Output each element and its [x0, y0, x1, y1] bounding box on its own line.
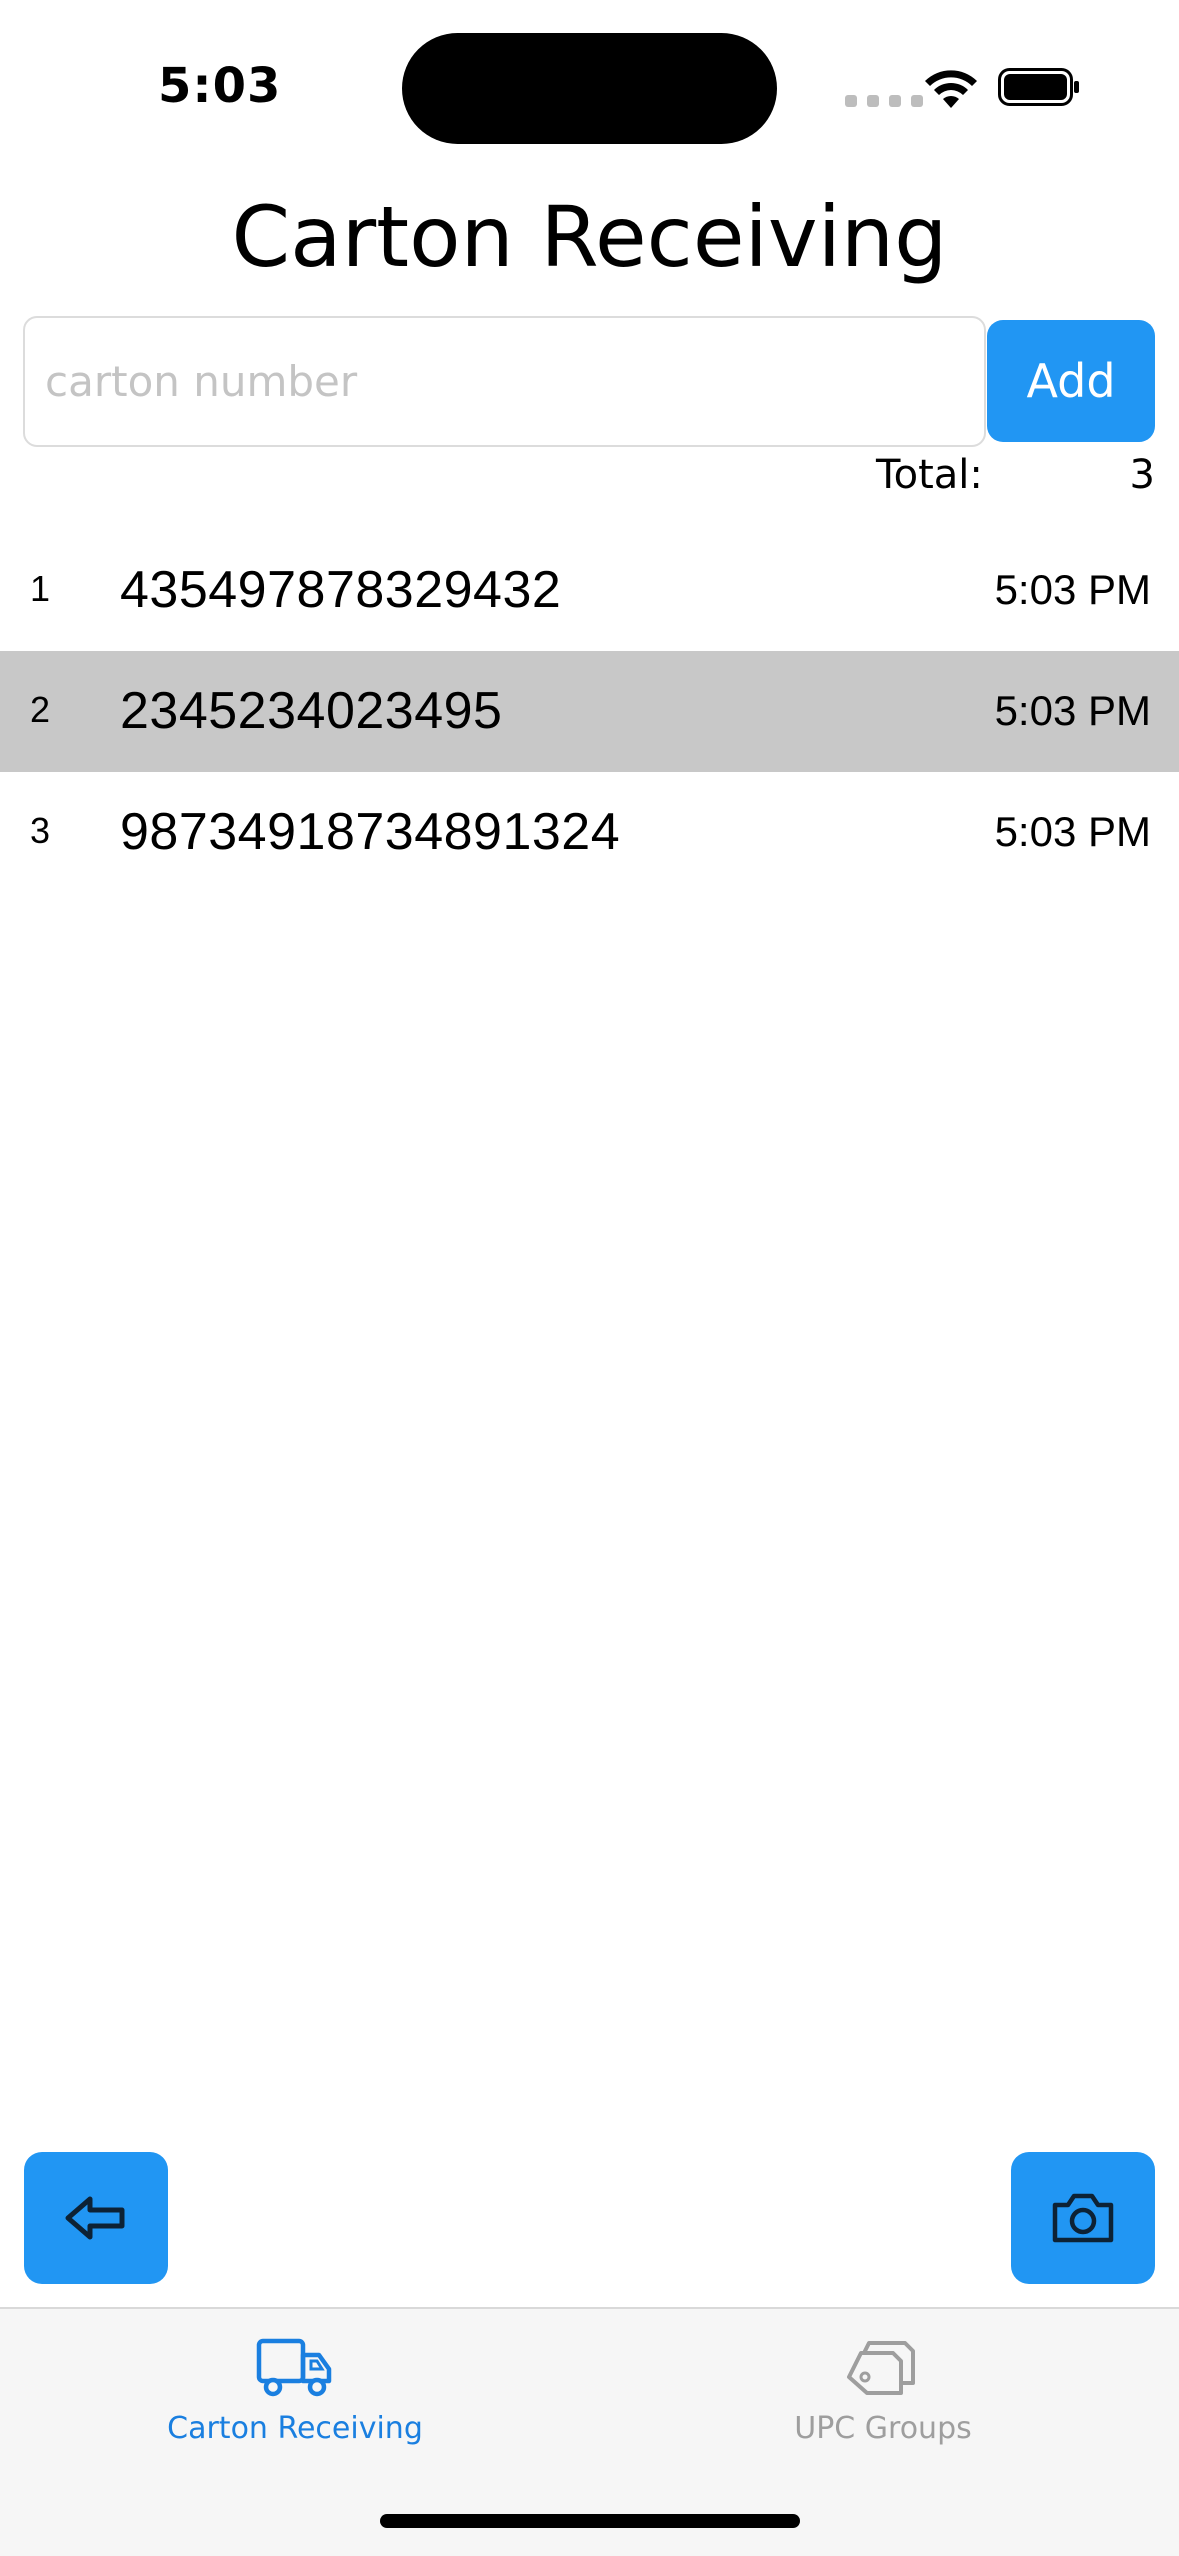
home-indicator[interactable]: [380, 2514, 800, 2528]
dynamic-island: [402, 33, 777, 144]
add-button[interactable]: Add: [987, 320, 1155, 442]
carton-row[interactable]: 1 435497878329432 5:03 PM: [0, 530, 1179, 651]
back-arrow-icon: [65, 2196, 125, 2240]
scan-time: 5:03 PM: [994, 687, 1151, 734]
tags-icon: [847, 2341, 915, 2395]
carton-number: 98734918734891324: [120, 803, 621, 861]
tab-carton-receiving[interactable]: Carton Receiving: [85, 2331, 505, 2446]
carton-number-input[interactable]: [23, 316, 986, 447]
tab-upc-groups[interactable]: UPC Groups: [673, 2331, 1093, 2446]
tab-label: UPC Groups: [794, 2411, 972, 2446]
camera-icon: [1052, 2193, 1114, 2243]
back-button[interactable]: [24, 2152, 168, 2284]
camera-button[interactable]: [1011, 2152, 1155, 2284]
carton-number: 2345234023495: [120, 682, 503, 740]
total-count: 3: [1129, 452, 1155, 498]
row-index: 1: [30, 568, 51, 609]
row-index: 2: [30, 689, 51, 730]
wifi-icon: [925, 70, 977, 108]
carton-row-selected[interactable]: 2 2345234023495 5:03 PM: [0, 651, 1179, 772]
cellular-signal-icon: [845, 95, 923, 107]
status-time: 5:03: [158, 58, 282, 114]
carton-list: 1 435497878329432 5:03 PM 2 234523402349…: [0, 530, 1179, 893]
truck-icon: [256, 2338, 332, 2397]
carton-number: 435497878329432: [120, 561, 562, 619]
total-label: Total:: [876, 452, 983, 498]
tab-label: Carton Receiving: [167, 2411, 423, 2446]
row-index: 3: [30, 810, 51, 851]
battery-icon: [998, 68, 1079, 106]
page-title: Carton Receiving: [231, 188, 948, 286]
scan-time: 5:03 PM: [994, 808, 1151, 855]
carton-row[interactable]: 3 98734918734891324 5:03 PM: [0, 772, 1179, 893]
scan-time: 5:03 PM: [994, 566, 1151, 613]
